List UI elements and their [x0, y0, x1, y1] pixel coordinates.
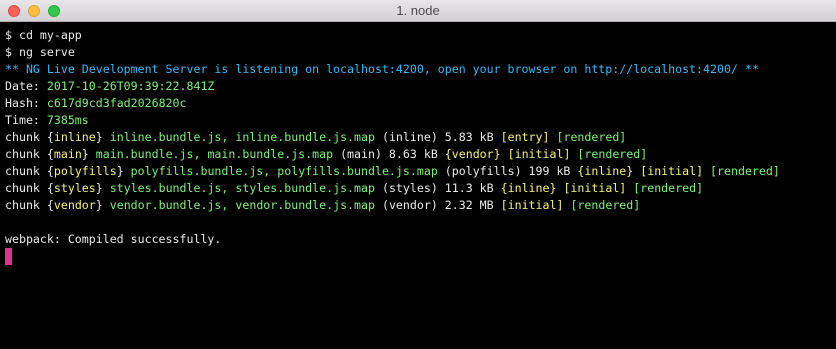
- terminal-text-segment: {vendor}: [444, 147, 501, 161]
- terminal-text-segment: [rendered]: [556, 130, 627, 144]
- terminal-prompt-line: [5, 248, 832, 265]
- terminal-text-segment: Hash:: [5, 96, 47, 110]
- terminal-window: 1. node $ cd my-app $ ng serve ** NG Live …: [0, 0, 836, 349]
- terminal-text-segment: Date:: [5, 79, 47, 93]
- terminal-line: Date: 2017-10-26T09:39:22.841Z: [5, 78, 832, 95]
- terminal-text-segment: main: [53, 147, 82, 161]
- terminal-text-segment: {inline}: [577, 164, 634, 178]
- terminal-line: webpack: Compiled successfully.: [5, 231, 832, 248]
- terminal-line: chunk {main} main.bundle.js, main.bundle…: [5, 146, 832, 163]
- terminal-text-segment: inline.bundle.js, inline.bundle.js.map: [109, 130, 375, 144]
- terminal-text-segment: 2017-10-26T09:39:22.841Z: [46, 79, 215, 93]
- terminal-text-segment: chunk {: [5, 181, 54, 195]
- terminal-text-segment: styles.bundle.js, styles.bundle.js.map: [109, 181, 375, 195]
- terminal-text-segment: inline: [53, 130, 96, 144]
- terminal-text-segment: (vendor) 2.32 MB: [374, 198, 501, 212]
- terminal-text-segment: (polyfills) 199 kB: [437, 164, 578, 178]
- terminal-text-segment: webpack: Compiled successfully.: [5, 232, 222, 246]
- terminal-line: chunk {vendor} vendor.bundle.js, vendor.…: [5, 197, 832, 214]
- terminal-line: chunk {inline} inline.bundle.js, inline.…: [5, 129, 832, 146]
- window-title: 1. node: [396, 3, 440, 18]
- terminal-text-segment: chunk {: [5, 164, 54, 178]
- terminal-text-segment: {inline}: [500, 181, 557, 195]
- terminal-text-segment: (main) 8.63 kB: [333, 147, 445, 161]
- terminal-text-segment: chunk {: [5, 130, 54, 144]
- terminal-text-segment: vendor: [53, 198, 96, 212]
- terminal-text-segment: [rendered]: [570, 198, 641, 212]
- terminal-text-segment: [initial]: [500, 198, 564, 212]
- terminal-line: chunk {polyfills} polyfills.bundle.js, p…: [5, 163, 832, 180]
- terminal-text-segment: $ cd my-app: [5, 28, 82, 42]
- terminal-text-segment: ** NG Live Development Server is listeni…: [5, 62, 759, 76]
- cursor-icon: [5, 248, 12, 265]
- terminal-line: $ cd my-app: [5, 27, 832, 44]
- terminal-line: Time: 7385ms: [5, 112, 832, 129]
- terminal-text-segment: chunk {: [5, 147, 54, 161]
- terminal-text-segment: }: [81, 147, 96, 161]
- terminal-line: ** NG Live Development Server is listeni…: [5, 61, 832, 78]
- terminal-text-segment: 7385ms: [46, 113, 89, 127]
- terminal-text-segment: polyfills.bundle.js, polyfills.bundle.js…: [130, 164, 438, 178]
- terminal-text-segment: Time:: [5, 113, 47, 127]
- terminal-text-segment: (styles) 11.3 kB: [374, 181, 501, 195]
- terminal-text-segment: [entry]: [500, 130, 550, 144]
- terminal-text-segment: }: [116, 164, 131, 178]
- terminal-line: $ ng serve: [5, 44, 832, 61]
- terminal-line: Hash: c617d9cd3fad2026820c: [5, 95, 832, 112]
- terminal-text-segment: [initial]: [507, 147, 571, 161]
- terminal-text-segment: polyfills: [53, 164, 117, 178]
- terminal-text-segment: main.bundle.js, main.bundle.js.map: [95, 147, 334, 161]
- terminal-text-segment: [rendered]: [633, 181, 704, 195]
- terminal-text-segment: (inline) 5.83 kB: [374, 130, 501, 144]
- terminal-text-segment: }: [95, 181, 110, 195]
- terminal-text-segment: }: [95, 130, 110, 144]
- terminal-text-segment: }: [95, 198, 110, 212]
- terminal-text-segment: [rendered]: [710, 164, 780, 178]
- terminal-line: chunk {styles} styles.bundle.js, styles.…: [5, 180, 832, 197]
- title-bar: 1. node: [0, 0, 836, 22]
- terminal-output[interactable]: $ cd my-app $ ng serve ** NG Live Developm…: [5, 27, 832, 349]
- terminal-text-segment: [rendered]: [577, 147, 648, 161]
- terminal-text-segment: $ ng serve: [5, 45, 75, 59]
- terminal-text-segment: styles: [53, 181, 96, 195]
- terminal-text-segment: [initial]: [640, 164, 704, 178]
- terminal-text-segment: [initial]: [563, 181, 627, 195]
- terminal-text-segment: vendor.bundle.js, vendor.bundle.js.map: [109, 198, 375, 212]
- terminal-text-segment: chunk {: [5, 198, 54, 212]
- terminal-text-segment: c617d9cd3fad2026820c: [46, 96, 187, 110]
